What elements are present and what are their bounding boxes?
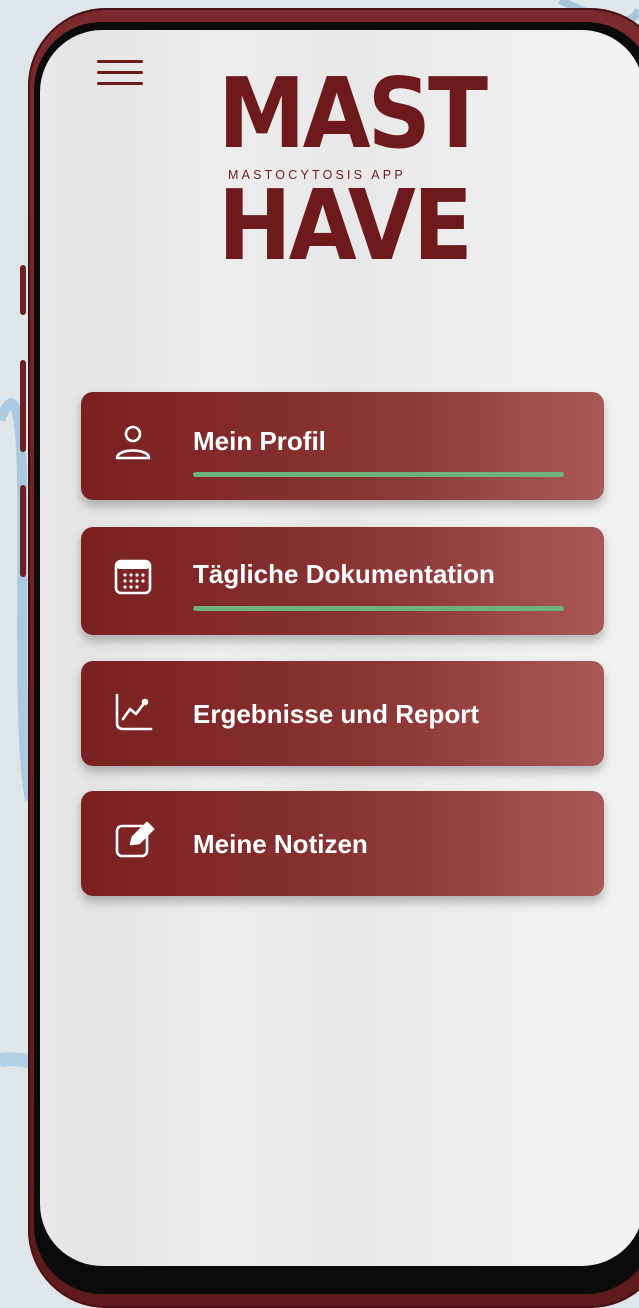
chart-line-icon bbox=[115, 693, 153, 731]
progress-bar bbox=[193, 606, 564, 611]
menu-item-label: Mein Profil bbox=[193, 426, 326, 456]
logo-line-1: MAST bbox=[218, 56, 488, 171]
menu-item-label: Tägliche Dokumentation bbox=[193, 559, 495, 589]
logo-line-2: HAVE bbox=[218, 168, 473, 283]
phone-volume-up bbox=[20, 360, 26, 452]
app-logo: MAST MASTOCYTOSIS APP HAVE bbox=[218, 65, 488, 283]
hamburger-menu-icon[interactable] bbox=[97, 60, 143, 90]
menu-item-label: Ergebnisse und Report bbox=[193, 699, 480, 729]
menu-item-profile[interactable]: Mein Profil bbox=[81, 392, 604, 500]
phone-volume-down bbox=[20, 485, 26, 577]
menu-item-daily-documentation[interactable]: Tägliche Dokumentation bbox=[81, 527, 604, 635]
menu-item-notes[interactable]: Meine Notizen bbox=[81, 791, 604, 896]
edit-note-icon bbox=[115, 821, 155, 858]
menu-item-results-report[interactable]: Ergebnisse und Report bbox=[81, 661, 604, 766]
phone-side-button bbox=[20, 265, 26, 315]
user-profile-icon bbox=[115, 425, 151, 460]
calendar-icon bbox=[114, 559, 152, 595]
progress-bar bbox=[193, 472, 564, 477]
menu-item-label: Meine Notizen bbox=[193, 829, 368, 859]
